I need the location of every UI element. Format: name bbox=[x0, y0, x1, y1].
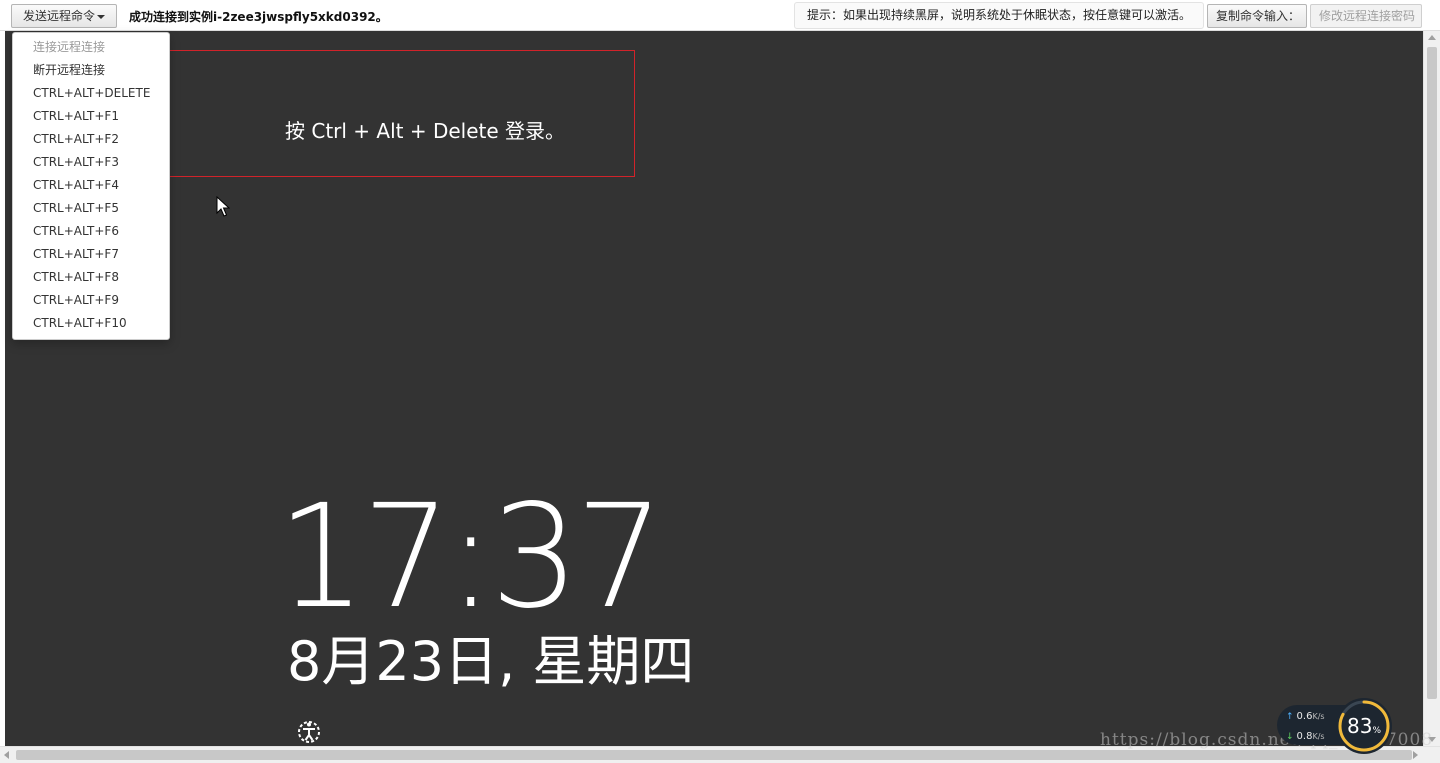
memory-percent-value: 83 bbox=[1346, 714, 1373, 738]
menu-item[interactable]: CTRL+ALT+F9 bbox=[13, 289, 169, 312]
download-speed: ↓ 0.8K/s bbox=[1286, 731, 1325, 742]
caret-down-icon bbox=[97, 14, 105, 19]
memory-percent: 83% bbox=[1335, 697, 1393, 755]
toolbar: 发送远程命令 成功连接到实例i-2zee3jwspfly5xkd0392。 提示… bbox=[0, 0, 1440, 31]
copy-command-input-button[interactable]: 复制命令输入： bbox=[1207, 4, 1307, 28]
menu-item[interactable]: 断开远程连接 bbox=[13, 59, 169, 82]
lock-screen-time: 17:37 bbox=[277, 474, 664, 641]
percent-sign: % bbox=[1372, 726, 1381, 736]
vertical-scrollbar[interactable] bbox=[1423, 31, 1440, 746]
scroll-left-icon[interactable] bbox=[4, 751, 9, 759]
menu-item[interactable]: CTRL+ALT+F3 bbox=[13, 151, 169, 174]
menu-item[interactable]: CTRL+ALT+F1 bbox=[13, 105, 169, 128]
send-remote-command-button[interactable]: 发送远程命令 bbox=[11, 4, 117, 28]
horizontal-scroll-thumb[interactable] bbox=[16, 750, 1412, 760]
menu-item[interactable]: CTRL+ALT+F10 bbox=[13, 312, 169, 335]
menu-item[interactable]: CTRL+ALT+F8 bbox=[13, 266, 169, 289]
scroll-right-icon[interactable] bbox=[1413, 751, 1418, 759]
remote-command-menu: 连接远程连接 断开远程连接 CTRL+ALT+DELETE CTRL+ALT+F1 CT… bbox=[12, 32, 170, 340]
menu-item[interactable]: CTRL+ALT+F6 bbox=[13, 220, 169, 243]
menu-item[interactable]: CTRL+ALT+F4 bbox=[13, 174, 169, 197]
upload-speed: ↑ 0.6K/s bbox=[1286, 711, 1325, 722]
mouse-cursor-icon bbox=[216, 196, 230, 217]
download-speed-value: 0.8 bbox=[1296, 731, 1313, 742]
download-speed-unit: K/s bbox=[1312, 732, 1325, 741]
download-arrow-icon: ↓ bbox=[1286, 732, 1294, 742]
hint-box: 提示：如果出现持续黑屏，说明系统处于休眠状态，按任意键可以激活。 bbox=[794, 2, 1204, 29]
menu-item[interactable]: CTRL+ALT+DELETE bbox=[13, 82, 169, 105]
upload-speed-unit: K/s bbox=[1312, 712, 1325, 721]
upload-arrow-icon: ↑ bbox=[1286, 712, 1294, 722]
menu-item[interactable]: CTRL+ALT+F2 bbox=[13, 128, 169, 151]
menu-item[interactable]: CTRL+ALT+F7 bbox=[13, 243, 169, 266]
vertical-scroll-thumb[interactable] bbox=[1427, 47, 1437, 699]
login-message: 按 Ctrl + Alt + Delete 登录。 bbox=[285, 119, 566, 143]
menu-item[interactable]: CTRL+ALT+F5 bbox=[13, 197, 169, 220]
remote-desktop-screen[interactable]: 按 Ctrl + Alt + Delete 登录。 17:37 8月23日, 星… bbox=[5, 31, 1423, 746]
scroll-up-icon[interactable] bbox=[1428, 35, 1436, 40]
ease-of-access-icon[interactable] bbox=[296, 719, 322, 745]
connection-status: 成功连接到实例i-2zee3jwspfly5xkd0392。 bbox=[129, 10, 388, 24]
lock-screen-date: 8月23日, 星期四 bbox=[287, 630, 695, 693]
upload-speed-value: 0.6 bbox=[1296, 711, 1313, 722]
menu-item[interactable]: 连接远程连接 bbox=[13, 36, 169, 59]
change-password-button[interactable]: 修改远程连接密码 bbox=[1310, 4, 1422, 28]
send-remote-command-label: 发送远程命令 bbox=[22, 9, 95, 23]
